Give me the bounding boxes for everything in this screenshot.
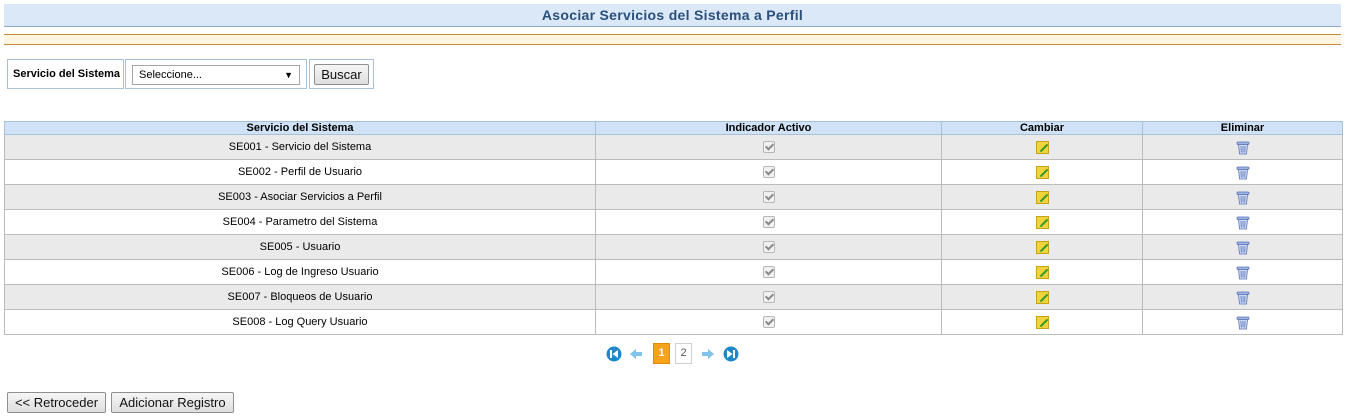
prev-page-icon[interactable] — [629, 347, 643, 361]
service-cell: SE006 - Log de Ingreso Usuario — [4, 259, 596, 285]
active-checkbox — [762, 316, 775, 329]
active-checkbox — [762, 141, 775, 154]
service-cell: SE004 - Parametro del Sistema — [4, 209, 596, 235]
change-cell — [941, 259, 1143, 285]
service-cell: SE005 - Usuario — [4, 234, 596, 260]
table-row: SE004 - Parametro del Sistema — [4, 209, 1343, 235]
table-row: SE006 - Log de Ingreso Usuario — [4, 259, 1343, 285]
delete-cell — [1142, 234, 1343, 260]
service-cell: SE001 - Servicio del Sistema — [4, 134, 596, 160]
column-header-delete: Eliminar — [1142, 121, 1343, 135]
active-checkbox — [762, 166, 775, 179]
active-checkbox — [762, 291, 775, 304]
trash-icon[interactable] — [1236, 290, 1250, 305]
service-cell: SE002 - Perfil de Usuario — [4, 159, 596, 185]
edit-icon[interactable] — [1035, 165, 1049, 179]
page-title: Asociar Servicios del Sistema a Perfil — [541, 7, 804, 23]
divider-bottom — [4, 44, 1341, 45]
active-checkbox — [762, 266, 775, 279]
active-cell — [595, 159, 942, 185]
edit-icon[interactable] — [1035, 290, 1049, 304]
change-cell — [941, 234, 1143, 260]
active-cell — [595, 209, 942, 235]
filter-label: Servicio del Sistema — [13, 68, 120, 80]
change-cell — [941, 209, 1143, 235]
filter-button-cell: Buscar — [309, 59, 374, 89]
page-title-bar: Asociar Servicios del Sistema a Perfil — [4, 4, 1341, 27]
change-cell — [941, 184, 1143, 210]
next-page-icon[interactable] — [701, 347, 715, 361]
delete-cell — [1142, 259, 1343, 285]
delete-cell — [1142, 309, 1343, 335]
service-cell: SE007 - Bloqueos de Usuario — [4, 284, 596, 310]
edit-icon[interactable] — [1035, 140, 1049, 154]
table-row: SE003 - Asociar Servicios a Perfil — [4, 184, 1343, 210]
divider-band — [4, 35, 1341, 44]
active-cell — [595, 234, 942, 260]
edit-icon[interactable] — [1035, 240, 1049, 254]
trash-icon[interactable] — [1236, 165, 1250, 180]
page-2-button[interactable]: 2 — [675, 343, 692, 364]
edit-icon[interactable] — [1035, 215, 1049, 229]
last-page-icon[interactable] — [723, 346, 739, 362]
chevron-down-icon: ▼ — [284, 70, 293, 80]
active-checkbox — [762, 191, 775, 204]
column-header-change: Cambiar — [941, 121, 1143, 135]
change-cell — [941, 159, 1143, 185]
page-1-button[interactable]: 1 — [653, 343, 670, 364]
active-cell — [595, 309, 942, 335]
active-cell — [595, 259, 942, 285]
table-row: SE008 - Log Query Usuario — [4, 309, 1343, 335]
trash-icon[interactable] — [1236, 190, 1250, 205]
add-record-button[interactable]: Adicionar Registro — [111, 392, 234, 413]
first-page-icon[interactable] — [606, 346, 622, 362]
service-cell: SE003 - Asociar Servicios a Perfil — [4, 184, 596, 210]
filter-select-cell: Seleccione... ▼ — [125, 59, 307, 89]
table-row: SE007 - Bloqueos de Usuario — [4, 284, 1343, 310]
search-button[interactable]: Buscar — [314, 64, 369, 85]
filter-label-cell: Servicio del Sistema — [7, 59, 124, 89]
service-select-value: Seleccione... — [139, 69, 202, 81]
column-header-service[interactable]: Servicio del Sistema — [4, 121, 596, 135]
edit-icon[interactable] — [1035, 190, 1049, 204]
back-button[interactable]: << Retroceder — [7, 392, 106, 413]
service-select[interactable]: Seleccione... ▼ — [132, 65, 300, 85]
trash-icon[interactable] — [1236, 265, 1250, 280]
change-cell — [941, 309, 1143, 335]
active-cell — [595, 134, 942, 160]
active-checkbox — [762, 216, 775, 229]
delete-cell — [1142, 134, 1343, 160]
service-cell: SE008 - Log Query Usuario — [4, 309, 596, 335]
trash-icon[interactable] — [1236, 315, 1250, 330]
table-row: SE002 - Perfil de Usuario — [4, 159, 1343, 185]
edit-icon[interactable] — [1035, 265, 1049, 279]
active-cell — [595, 184, 942, 210]
trash-icon[interactable] — [1236, 240, 1250, 255]
change-cell — [941, 134, 1143, 160]
column-header-active[interactable]: Indicador Activo — [595, 121, 942, 135]
delete-cell — [1142, 284, 1343, 310]
delete-cell — [1142, 209, 1343, 235]
table-row: SE005 - Usuario — [4, 234, 1343, 260]
delete-cell — [1142, 159, 1343, 185]
services-table: Servicio del Sistema Indicador Activo Ca… — [4, 121, 1343, 335]
trash-icon[interactable] — [1236, 215, 1250, 230]
table-header-row: Servicio del Sistema Indicador Activo Ca… — [4, 121, 1343, 135]
table-row: SE001 - Servicio del Sistema — [4, 134, 1343, 160]
edit-icon[interactable] — [1035, 315, 1049, 329]
trash-icon[interactable] — [1236, 140, 1250, 155]
active-cell — [595, 284, 942, 310]
active-checkbox — [762, 241, 775, 254]
change-cell — [941, 284, 1143, 310]
delete-cell — [1142, 184, 1343, 210]
